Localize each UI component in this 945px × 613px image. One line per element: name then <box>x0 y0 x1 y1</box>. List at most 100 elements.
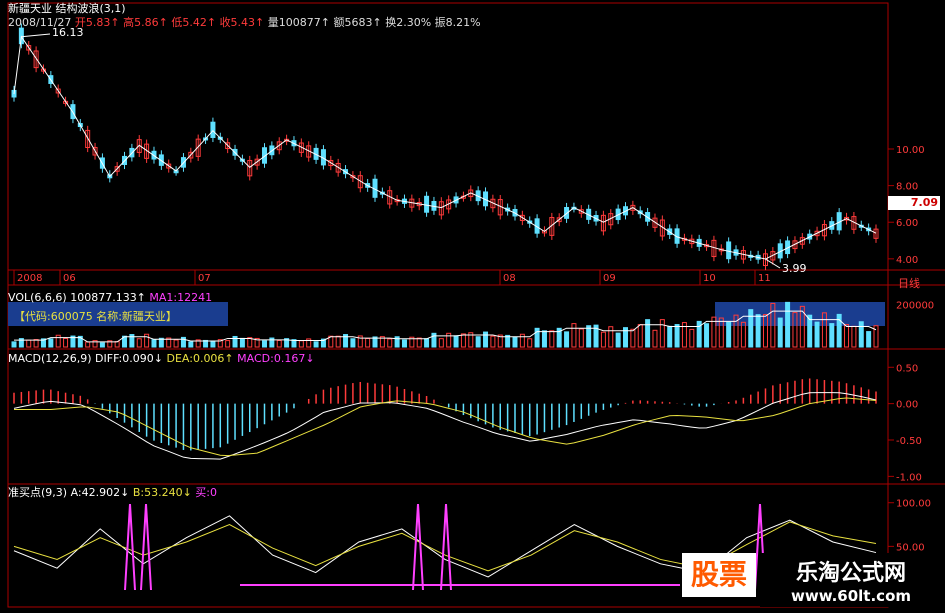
stock-chart-window: 10.00 8.00 6.00 4.00 2008 06 07 08 09 10 11 200000 0… <box>0 0 945 609</box>
watermark-right: 乐淘公式网 www.60lt.com <box>760 553 942 607</box>
high-annotation-line <box>21 33 51 38</box>
price-axis-label: 8.00 <box>896 182 918 193</box>
vol-axis-label: 200000 <box>896 300 934 311</box>
macd-title: MACD(12,26,9) <box>8 352 92 365</box>
buy-signal-spike <box>124 503 136 591</box>
candle-body <box>726 241 732 260</box>
volume-bar <box>26 339 32 348</box>
volume-bar <box>483 331 489 348</box>
volume-bar <box>261 340 267 348</box>
macd-axis-label: 0.00 <box>896 400 918 411</box>
volume-bar <box>777 317 783 348</box>
volume-bar <box>586 325 592 348</box>
volume-bar <box>564 331 570 348</box>
volume-bar <box>298 340 304 348</box>
volume-bar <box>438 338 444 348</box>
volume-bar <box>276 339 282 348</box>
quote-high: 高5.86↑ <box>123 16 168 29</box>
buy-signal-spike <box>440 503 452 591</box>
volume-bar <box>637 324 643 348</box>
quote-low: 低5.42↑ <box>171 16 217 29</box>
high-price-label: 16.13 <box>52 26 84 39</box>
macd-header: MACD(12,26,9) DIFF:0.090↓ DEA:0.006↑ MAC… <box>8 352 315 365</box>
zhunmai-title: 准买点(9,3) <box>8 486 68 499</box>
volume-bar <box>416 337 422 348</box>
vol-header: VOL(6,6,6) 100877.133↑ MA1:12241 <box>8 291 212 304</box>
volume-bar <box>866 331 872 348</box>
volume-bar <box>387 338 393 348</box>
date-label: 06 <box>63 273 76 284</box>
volume-bar <box>136 338 142 348</box>
date-label: 08 <box>503 273 516 284</box>
vol-ma: MA1:12241 <box>149 291 213 304</box>
price-axis-label: 4.00 <box>896 255 918 266</box>
chart-title: 新疆天业 结构波浪(3,1) <box>8 2 126 15</box>
quote-amount: 额5683↑ <box>333 16 382 29</box>
volume-bar <box>424 338 430 348</box>
period-label: 日线 <box>898 277 920 290</box>
volume-bar <box>851 325 857 348</box>
volume-bar <box>578 328 584 348</box>
volume-bar <box>151 339 157 348</box>
current-price-tag: 7.09 <box>888 196 940 210</box>
volume-bar <box>704 323 710 348</box>
volume-bar <box>674 324 680 348</box>
vol-value: 100877.133↑ <box>70 291 146 304</box>
macd-value: MACD:0.167↓ <box>237 352 315 365</box>
quote-turnover: 换2.30% <box>385 16 432 29</box>
volume-bar <box>689 328 695 348</box>
volume-bar <box>431 332 437 348</box>
volume-bar <box>85 341 91 348</box>
volume-bar <box>534 327 540 348</box>
zhunmai-buy: 买:0 <box>195 486 218 499</box>
volume-bar <box>335 335 341 348</box>
buy-signal-spike <box>140 503 152 591</box>
date-label: 2008 <box>17 273 42 284</box>
volume-bar <box>829 323 835 348</box>
chart-canvas: 10.00 8.00 6.00 4.00 2008 06 07 08 09 10 11 200000 0… <box>7 2 945 608</box>
date-label: 09 <box>603 273 616 284</box>
zhunmai-a: A:42.902↓ <box>70 486 130 499</box>
volume-bar <box>608 326 614 348</box>
quote-volume: 量100877↑ <box>267 16 330 29</box>
volume-bar <box>844 324 850 348</box>
price-axis-label: 10.00 <box>896 145 925 156</box>
volume-bar <box>350 338 356 348</box>
macd-dea: DEA:0.006↑ <box>166 352 234 365</box>
volume-bar <box>173 339 179 348</box>
zhunmai-header: 准买点(9,3) A:42.902↓ B:53.240↓ 买:0 <box>8 486 217 499</box>
price-axis-label: 6.00 <box>896 218 918 229</box>
volume-bar <box>527 338 533 348</box>
volume-bar <box>446 332 452 348</box>
volume-bar <box>630 328 636 348</box>
date-label: 10 <box>703 273 716 284</box>
low-price-label: 3.99 <box>782 262 807 275</box>
volume-bar <box>512 336 518 348</box>
quote-close: 收5.43↑ <box>219 16 265 29</box>
volume-bar <box>55 334 61 348</box>
macd-diff-line <box>13 392 877 460</box>
volume-bar <box>365 337 371 348</box>
buy-signal-spike <box>412 503 424 591</box>
volume-bar <box>453 335 459 348</box>
macd-diff: DIFF:0.090↓ <box>95 352 163 365</box>
volume-bar <box>600 331 606 348</box>
macd-axis-label: -0.50 <box>896 436 922 447</box>
volume-bar <box>239 337 245 348</box>
macd-dea-line <box>14 397 877 457</box>
candle-body <box>424 195 430 213</box>
volume-bar <box>475 336 481 348</box>
volume-bar <box>63 337 69 348</box>
volume-bar <box>144 333 150 348</box>
watermark-title: 乐淘公式网 <box>795 561 906 586</box>
zhunmai-b: B:53.240↓ <box>132 486 192 499</box>
volume-bar <box>645 319 651 348</box>
volume-bar <box>652 329 658 348</box>
volume-bar <box>667 325 673 348</box>
volume-bar <box>755 314 761 348</box>
macd-axis-label: -1.00 <box>896 472 922 483</box>
volume-bar <box>659 319 665 348</box>
volume-bar <box>858 321 864 348</box>
volume-bar <box>748 309 754 348</box>
volume-bar <box>460 333 466 348</box>
